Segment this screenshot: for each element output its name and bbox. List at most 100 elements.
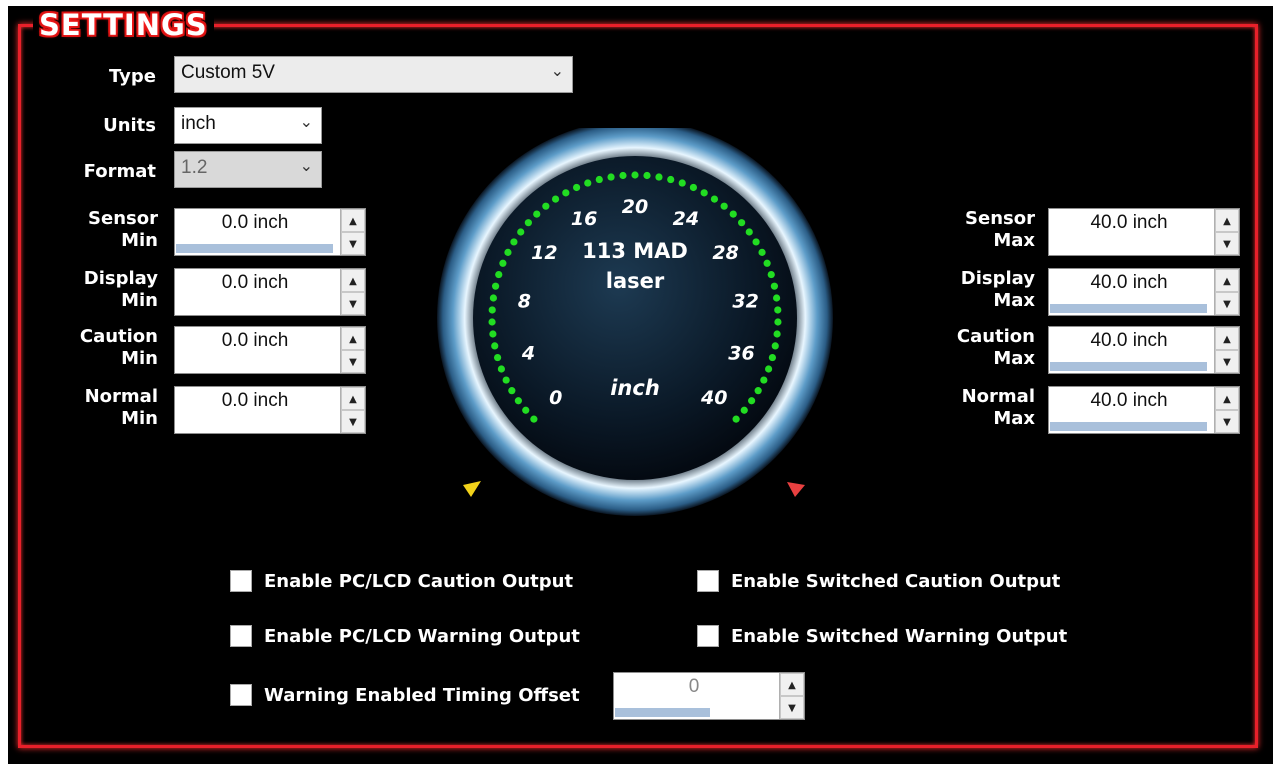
field-label-line1: Normal [961,386,1035,407]
spinner-buttons: ▲ ▼ [1214,269,1239,315]
spin-down-button[interactable]: ▼ [1215,232,1239,255]
spin-up-button[interactable]: ▲ [341,387,365,410]
timing-offset-spinner[interactable]: 0 ▲ ▼ [613,672,805,720]
gauge-arc-dot [493,353,502,362]
spinner-level-bar [176,244,333,253]
gauge-arc-dot [772,294,781,302]
field-label-line1: Display [83,268,158,289]
left-field-label: Caution Min [58,326,158,370]
format-dropdown[interactable]: 1.2 ⌄ [174,151,322,188]
gauge-arc-dot [508,387,516,395]
right-value-spinner[interactable]: 40.0 inch ▲ ▼ [1048,326,1240,374]
field-label-line1: Sensor [88,208,158,229]
field-label-line2: Min [121,230,158,251]
gauge-arc-dot [767,270,775,279]
spin-down-button[interactable]: ▼ [341,232,365,255]
left-value-spinner[interactable]: 0.0 inch ▲ ▼ [174,386,366,434]
spin-up-button[interactable]: ▲ [1215,387,1239,410]
checkbox-box[interactable] [230,570,252,592]
pc-warning-checkbox[interactable]: Enable PC/LCD Warning Output [230,625,580,647]
gauge-tick-label: 16 [571,208,597,230]
units-label: Units [103,115,156,136]
gauge-tick-label: 0 [549,387,562,409]
field-label-line1: Caution [79,326,158,347]
spinner-value[interactable]: 0.0 inch [175,212,335,234]
spinner-level-bar [1050,304,1207,313]
warning-marker [787,482,805,497]
gauge-tick-label: 32 [732,290,758,312]
checkbox-box[interactable] [230,625,252,647]
spinner-buttons: ▲ ▼ [340,327,365,373]
switched-warning-checkbox[interactable]: Enable Switched Warning Output [697,625,1067,647]
chevron-down-icon: ⌄ [299,158,313,175]
gauge-arc-dot [773,330,781,338]
spinner-buttons: ▲ ▼ [340,209,365,255]
right-value-spinner[interactable]: 40.0 inch ▲ ▼ [1048,208,1240,256]
gauge-arc-dot [514,397,522,405]
spinner-value[interactable]: 40.0 inch [1049,330,1209,352]
spin-up-button[interactable]: ▲ [341,209,365,232]
checkbox-box[interactable] [697,570,719,592]
spin-down-button[interactable]: ▼ [1215,410,1239,433]
field-label-line1: Display [960,268,1035,289]
field-label-line2: Max [993,348,1035,369]
spin-down-button[interactable]: ▼ [341,350,365,373]
gauge-arc-dot [748,397,756,405]
pc-caution-checkbox[interactable]: Enable PC/LCD Caution Output [230,570,573,592]
gauge-arc-dot [738,219,746,227]
switched-caution-checkbox[interactable]: Enable Switched Caution Output [697,570,1060,592]
switched-caution-label: Enable Switched Caution Output [731,570,1061,592]
spin-down-button[interactable]: ▼ [341,292,365,315]
gauge-arc-dot [499,259,507,267]
left-value-spinner[interactable]: 0.0 inch ▲ ▼ [174,208,366,256]
field-label-line2: Max [993,408,1035,429]
spin-up-button[interactable]: ▲ [1215,269,1239,292]
gauge-arc-dot [729,210,737,218]
field-label-line2: Max [993,290,1035,311]
right-value-spinner[interactable]: 40.0 inch ▲ ▼ [1048,268,1240,316]
spinner-value[interactable]: 0.0 inch [175,272,335,294]
spinner-buttons: ▲ ▼ [1214,387,1239,433]
spin-up-button[interactable]: ▲ [780,673,804,696]
type-value: Custom 5V [181,62,275,83]
spinner-value[interactable]: 40.0 inch [1049,272,1209,294]
units-value: inch [181,113,216,134]
spin-up-button[interactable]: ▲ [1215,209,1239,232]
left-value-spinner[interactable]: 0.0 inch ▲ ▼ [174,268,366,316]
spin-down-button[interactable]: ▼ [1215,350,1239,373]
gauge-arc-dot [489,330,497,338]
gauge-tick-label: 28 [712,242,738,264]
spinner-value[interactable]: 40.0 inch [1049,212,1209,234]
spin-up-button[interactable]: ▲ [1215,327,1239,350]
type-label: Type [109,66,156,87]
left-value-spinner[interactable]: 0.0 inch ▲ ▼ [174,326,366,374]
spin-up-button[interactable]: ▲ [341,327,365,350]
spinner-value[interactable]: 0.0 inch [175,390,335,412]
field-label-line2: Min [121,290,158,311]
gauge-arc-dot [542,202,550,210]
right-value-spinner[interactable]: 40.0 inch ▲ ▼ [1048,386,1240,434]
gauge-arc-dot [491,342,499,350]
spin-up-button[interactable]: ▲ [341,269,365,292]
type-dropdown[interactable]: Custom 5V ⌄ [174,56,573,93]
gauge-arc-dot [643,171,651,180]
checkbox-box[interactable] [697,625,719,647]
checkbox-box[interactable] [230,684,252,706]
spinner-value[interactable]: 40.0 inch [1049,390,1209,412]
spin-down-button[interactable]: ▼ [780,696,804,719]
gauge-arc-dot [720,202,728,210]
spinner-buttons: ▲ ▼ [779,673,804,719]
gauge-arc-dot [745,228,753,236]
timing-offset-value[interactable]: 0 [614,676,774,698]
spinner-value[interactable]: 0.0 inch [175,330,335,352]
gauge-arc-dot [758,248,766,256]
gauge-arc-dot [763,259,771,267]
timing-offset-checkbox[interactable]: Warning Enabled Timing Offset [230,684,580,706]
gauge-arc-dot [572,183,581,192]
gauge-arc-dot [754,387,762,395]
spinner-buttons: ▲ ▼ [1214,209,1239,255]
spin-down-button[interactable]: ▼ [341,410,365,433]
spin-down-button[interactable]: ▼ [1215,292,1239,315]
units-dropdown[interactable]: inch ⌄ [174,107,322,144]
gauge-tick-label: 12 [531,242,557,264]
